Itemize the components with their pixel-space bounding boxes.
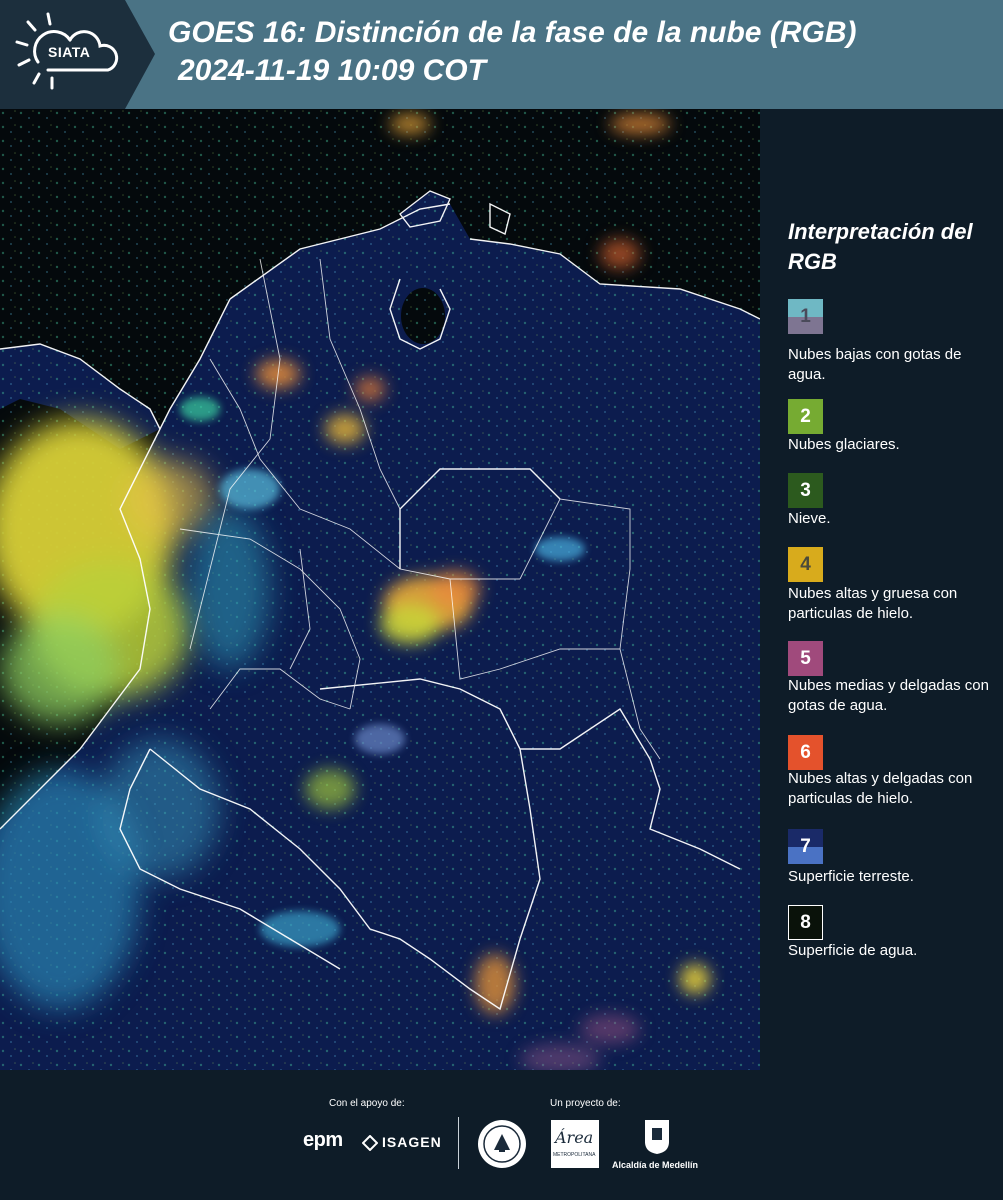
legend-label: Nubes altas y delgadas con particulas de…: [788, 770, 973, 807]
legend-swatch-5: 5: [788, 641, 823, 676]
legend-swatch-6: 6: [788, 735, 823, 770]
legend-number: 3: [800, 479, 811, 501]
legend-number: 4: [800, 553, 811, 575]
legend-number: 6: [800, 741, 811, 763]
satellite-map: [0, 109, 760, 1070]
legend-number: 8: [800, 911, 811, 933]
siata-logo-text: SIATA: [48, 44, 91, 60]
page-title: GOES 16: Distinción de la fase de la nub…: [168, 16, 857, 49]
legend-swatch-8: 8: [788, 905, 823, 940]
legend-panel: Interpretación del RGB 1 Nubes bajas con …: [762, 109, 1003, 1070]
epm-logo: epm: [303, 1129, 343, 1151]
legend-label: Nubes altas y gruesa con particulas de h…: [788, 585, 958, 622]
isagen-icon: [362, 1135, 378, 1151]
legend-label: Nieve.: [788, 510, 831, 527]
legend-number: 2: [800, 405, 811, 427]
support-label: Con el apoyo de:: [329, 1098, 405, 1109]
legend-label: Nubes glaciares.: [788, 436, 900, 453]
alcaldia-caption: Alcaldía de Medellín: [612, 1160, 699, 1170]
legend-title: Interpretación del RGB: [788, 219, 973, 274]
legend-swatch-1: 1: [788, 299, 823, 334]
university-seal-icon: [478, 1120, 526, 1168]
footer-bar: Con el apoyo de: Un proyecto de: epm ISA…: [0, 1070, 1003, 1200]
timestamp: 2024-11-19 10:09 COT: [178, 54, 486, 87]
alcaldia-shield-icon: [645, 1120, 669, 1154]
legend-number: 1: [800, 305, 811, 327]
legend-swatch-3: 3: [788, 473, 823, 508]
footer-divider: [458, 1117, 459, 1169]
header-bar: SIATA GOES 16: Distinción de la fase de …: [0, 0, 1003, 109]
legend-label: Nubes bajas con gotas de agua.: [788, 346, 962, 383]
legend-number: 7: [800, 835, 811, 857]
legend-swatch-2: 2: [788, 399, 823, 434]
legend-swatch-4: 4: [788, 547, 823, 582]
legend-swatch-7: 7: [788, 829, 823, 864]
legend-label: Superficie terreste.: [788, 868, 914, 885]
project-label: Un proyecto de:: [550, 1098, 621, 1109]
isagen-logo: ISAGEN: [382, 1134, 442, 1150]
area-metropolitana-logo: Área METROPOLITANA: [551, 1120, 599, 1168]
legend-number: 5: [800, 647, 811, 669]
legend-label: Superficie de agua.: [788, 942, 918, 959]
legend-label: Nubes medias y delgadas con gotas de agu…: [788, 677, 989, 714]
